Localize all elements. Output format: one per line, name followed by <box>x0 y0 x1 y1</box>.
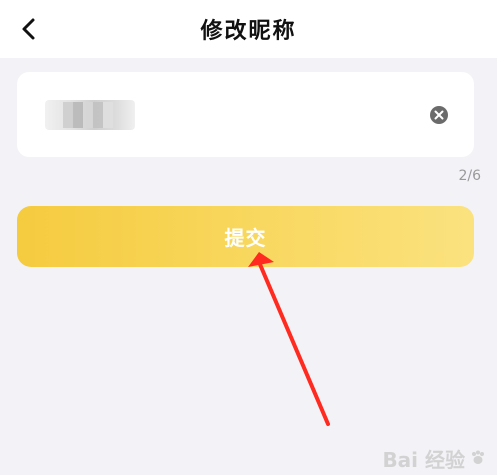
paw-icon <box>472 450 484 464</box>
character-counter: 2/6 <box>458 168 481 184</box>
clear-input-button[interactable] <box>429 105 449 125</box>
watermark-text: Bai 经验 <box>382 447 465 472</box>
nickname-input-card[interactable]: 昵称 <box>17 72 474 157</box>
baidu-jingyan-watermark: Bai 经验 <box>382 445 487 472</box>
page-title: 修改昵称 <box>200 19 297 44</box>
nickname-input-value[interactable]: 昵称 <box>45 100 135 130</box>
clear-circle-icon <box>430 106 448 124</box>
top-navigation-bar: 修改昵称 <box>0 0 497 58</box>
submit-button[interactable]: 提交 <box>17 206 474 267</box>
